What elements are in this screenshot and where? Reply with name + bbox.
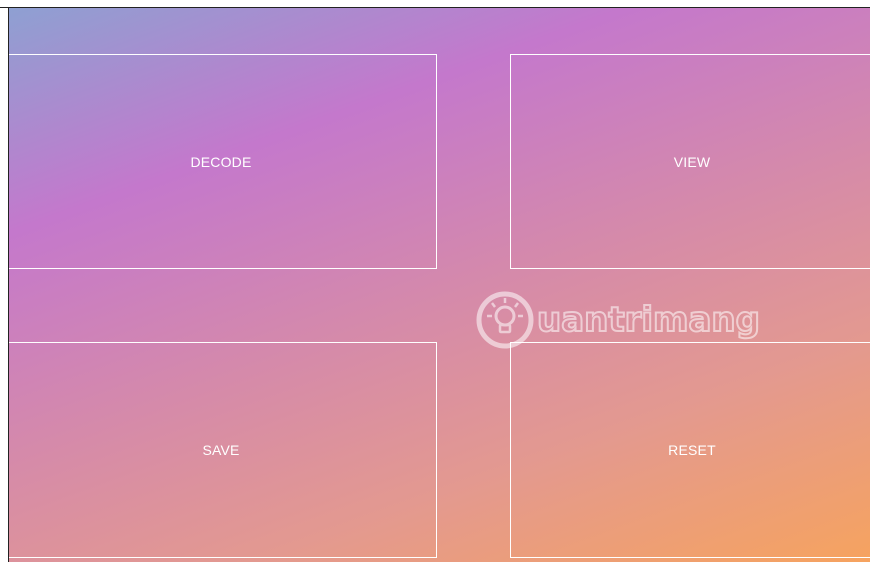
reset-button-label: RESET (668, 442, 716, 458)
watermark-text: uantrimang (536, 300, 761, 340)
view-button-label: VIEW (673, 153, 711, 170)
lightbulb-icon (476, 291, 534, 349)
decode-button-label: DECODE (190, 153, 252, 170)
decode-button[interactable]: DECODE (9, 54, 437, 269)
app-window: DECODE VIEW SAVE RESET uantrimang (0, 0, 870, 562)
window-left-edge (0, 8, 9, 562)
save-button[interactable]: SAVE (9, 342, 437, 558)
window-top-edge (0, 0, 870, 8)
gradient-canvas: DECODE VIEW SAVE RESET uantrimang (9, 8, 870, 562)
reset-button[interactable]: RESET (510, 342, 870, 558)
watermark: uantrimang (475, 280, 805, 360)
save-button-label: SAVE (202, 442, 240, 458)
view-button[interactable]: VIEW (510, 54, 870, 269)
